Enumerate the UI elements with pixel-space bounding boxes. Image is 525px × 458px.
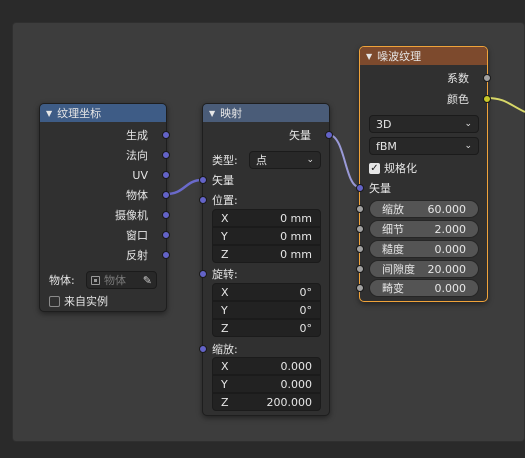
input-socket-detail[interactable] [356, 225, 364, 233]
roughness-slider[interactable]: 糙度 0.000 [369, 240, 479, 258]
input-socket-location[interactable] [199, 196, 207, 204]
collapse-chevron-icon[interactable]: ▼ [46, 109, 52, 118]
location-label: 位置: [212, 194, 238, 207]
object-label: 物体: [49, 274, 75, 287]
output-socket[interactable] [162, 251, 170, 259]
lacunarity-slider[interactable]: 间隙度 20.000 [369, 260, 479, 278]
output-normal: 法向 [126, 149, 148, 162]
scale-y-field[interactable]: Y 0.000 [212, 375, 321, 393]
object-picker-field[interactable]: 物体 ✎ [86, 271, 157, 289]
input-vector-label: 矢量 [369, 182, 391, 195]
output-generated: 生成 [126, 129, 148, 142]
node-title: 映射 [220, 107, 243, 120]
output-socket[interactable] [483, 74, 491, 82]
mapping-node[interactable]: ▼ 映射 矢量 类型: 点 ⌄ 矢量 位置: X0 mm Y0 mm Z0 mm… [199, 103, 333, 416]
rotation-x-field[interactable]: X 0° [212, 283, 321, 301]
output-socket[interactable] [162, 171, 170, 179]
scale-x-field[interactable]: X 0.000 [212, 357, 321, 375]
input-socket-distortion[interactable] [356, 284, 364, 292]
output-uv: UV [132, 168, 148, 182]
type-dropdown[interactable]: 点 ⌄ [249, 151, 321, 169]
input-socket-roughness[interactable] [356, 245, 364, 253]
checkmark-icon[interactable]: ✓ [369, 162, 380, 174]
from-instancer-label: 来自实例 [64, 295, 108, 308]
collapse-chevron-icon[interactable]: ▼ [366, 52, 372, 61]
rotation-z-field[interactable]: Z 0° [212, 319, 321, 337]
location-z-field[interactable]: Z0 mm [212, 245, 321, 263]
input-vector-label: 矢量 [212, 174, 234, 187]
node-header[interactable]: ▼ 映射 [203, 104, 329, 122]
basis-dropdown[interactable]: fBM ⌄ [369, 137, 479, 155]
node-title: 纹理坐标 [57, 107, 102, 120]
output-color: 颜色 [447, 93, 469, 106]
output-socket[interactable] [325, 131, 333, 139]
checkbox-icon[interactable] [49, 295, 60, 307]
from-instancer-checkbox[interactable]: 来自实例 [49, 294, 108, 308]
type-value: 点 [256, 154, 267, 167]
input-socket-vector[interactable] [356, 184, 364, 192]
dimensions-value: 3D [376, 117, 392, 131]
output-fac: 系数 [447, 72, 469, 85]
location-x-field[interactable]: X0 mm [212, 209, 321, 227]
scale-slider[interactable]: 缩放 60.000 [369, 200, 479, 218]
node-title: 噪波纹理 [377, 50, 422, 63]
type-label: 类型: [212, 154, 238, 167]
rotation-label: 旋转: [212, 268, 238, 281]
output-vector: 矢量 [289, 129, 311, 142]
basis-value: fBM [376, 139, 397, 153]
input-socket-lacunarity[interactable] [356, 265, 364, 273]
output-object: 物体 [126, 189, 148, 202]
output-socket[interactable] [162, 131, 170, 139]
output-socket[interactable] [162, 151, 170, 159]
output-reflection: 反射 [126, 249, 148, 262]
texture-coordinate-node[interactable]: ▼ 纹理坐标 生成 法向 UV 物体 摄像机 窗口 反射 物体: 物体 ✎ 来自… [39, 103, 170, 312]
chevron-down-icon: ⌄ [464, 119, 472, 129]
object-icon [91, 275, 100, 285]
output-socket[interactable] [162, 231, 170, 239]
collapse-chevron-icon[interactable]: ▼ [209, 109, 215, 118]
chevron-down-icon: ⌄ [306, 155, 314, 165]
scale-z-field[interactable]: Z 200.000 [212, 393, 321, 411]
rotation-y-field[interactable]: Y 0° [212, 301, 321, 319]
output-socket[interactable] [162, 211, 170, 219]
output-camera: 摄像机 [115, 209, 148, 222]
node-header[interactable]: ▼ 噪波纹理 [360, 47, 487, 65]
location-y-field[interactable]: Y0 mm [212, 227, 321, 245]
input-socket-scale[interactable] [199, 345, 207, 353]
eyedropper-icon[interactable]: ✎ [143, 274, 152, 287]
normalize-label: 规格化 [384, 162, 417, 175]
noise-texture-node[interactable]: ▼ 噪波纹理 系数 颜色 3D ⌄ fBM ⌄ ✓ 规格化 矢量 缩放 60.00… [356, 46, 491, 302]
output-window: 窗口 [126, 229, 148, 242]
scale-label: 缩放: [212, 343, 238, 356]
distortion-slider[interactable]: 畸变 0.000 [369, 279, 479, 297]
input-socket-vector[interactable] [199, 176, 207, 184]
normalize-checkbox[interactable]: ✓ 规格化 [369, 161, 417, 175]
chevron-down-icon: ⌄ [464, 141, 472, 151]
node-header[interactable]: ▼ 纹理坐标 [40, 104, 166, 122]
detail-slider[interactable]: 细节 2.000 [369, 220, 479, 238]
output-socket[interactable] [162, 191, 170, 199]
input-socket-rotation[interactable] [199, 270, 207, 278]
dimensions-dropdown[interactable]: 3D ⌄ [369, 115, 479, 133]
object-placeholder: 物体 [104, 274, 126, 287]
output-socket[interactable] [483, 95, 491, 103]
input-socket-scale[interactable] [356, 205, 364, 213]
